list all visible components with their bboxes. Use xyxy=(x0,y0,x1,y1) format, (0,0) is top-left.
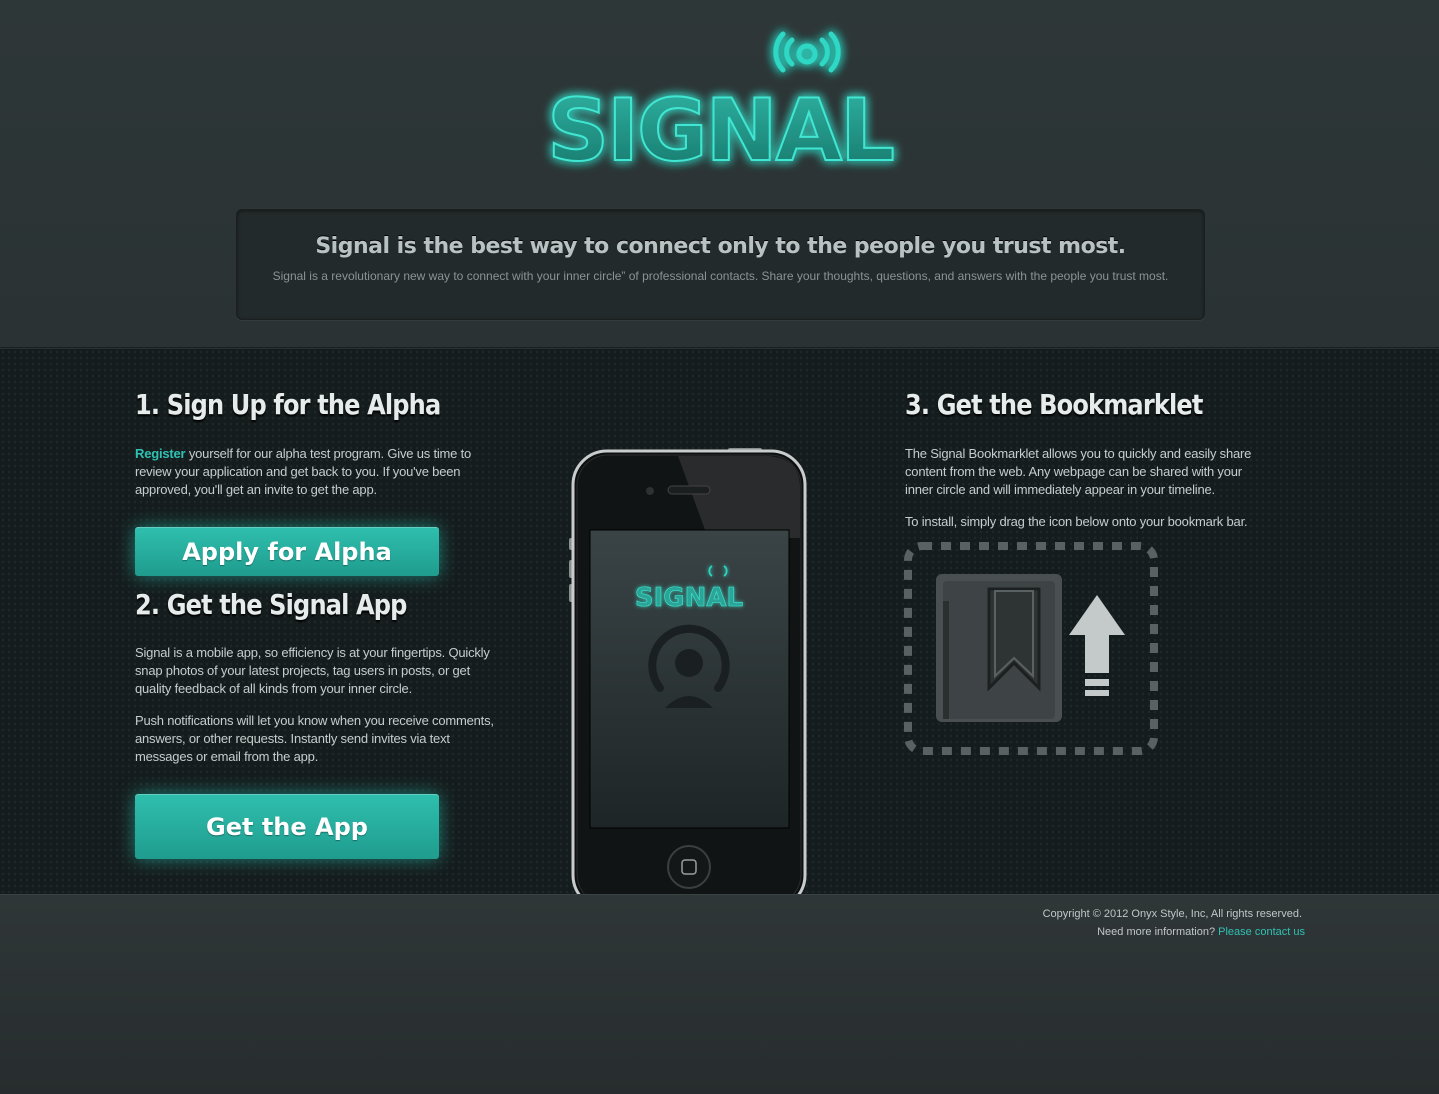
header: SIGNAL Signal is the best way to connect… xyxy=(0,0,1439,348)
register-link[interactable]: Register xyxy=(135,446,186,461)
step2-text: Signal is a mobile app, so efficiency is… xyxy=(135,644,503,780)
contact-prefix: Need more information? xyxy=(1097,926,1219,938)
step2-title: 2. Get the Signal App xyxy=(135,588,407,621)
get-the-app-button[interactable]: Get the App xyxy=(135,794,439,859)
bookmark-upload-icon[interactable] xyxy=(903,541,1159,756)
step1-text: Register yourself for our alpha test pro… xyxy=(135,445,495,499)
step3-title: 3. Get the Bookmarklet xyxy=(905,388,1203,421)
step1-description: yourself for our alpha test program. Giv… xyxy=(135,446,472,497)
step3-paragraph-2: To install, simply drag the icon below o… xyxy=(905,514,1248,529)
contact-us-link[interactable]: Please contact us xyxy=(1218,926,1305,938)
signal-logo[interactable]: SIGNAL xyxy=(530,18,910,178)
footer xyxy=(0,894,1439,1094)
step2-paragraph-2: Push notifications will let you know whe… xyxy=(135,713,494,764)
home-button-icon xyxy=(667,845,711,889)
svg-text:SIGNAL: SIGNAL xyxy=(547,81,893,178)
tagline-box: Signal is the best way to connect only t… xyxy=(236,209,1205,320)
tagline-title: Signal is the best way to connect only t… xyxy=(315,234,1126,259)
step3-text: The Signal Bookmarklet allows you to qui… xyxy=(905,445,1265,545)
phone-app-logo: SIGNAL xyxy=(635,583,743,613)
footer-contact-line: Need more information? Please contact us xyxy=(985,926,1305,938)
step1-title: 1. Sign Up for the Alpha xyxy=(135,388,441,421)
apply-for-alpha-button[interactable]: Apply for Alpha xyxy=(135,527,439,576)
copyright-text: Copyright © 2012 Onyx Style, Inc, All ri… xyxy=(1042,908,1302,920)
step2-paragraph-1: Signal is a mobile app, so efficiency is… xyxy=(135,645,490,696)
iphone-illustration: SIGNAL xyxy=(569,448,807,955)
tagline-subtitle: Signal is a revolutionary new way to con… xyxy=(272,269,1169,283)
step3-paragraph-1: The Signal Bookmarklet allows you to qui… xyxy=(905,446,1252,497)
